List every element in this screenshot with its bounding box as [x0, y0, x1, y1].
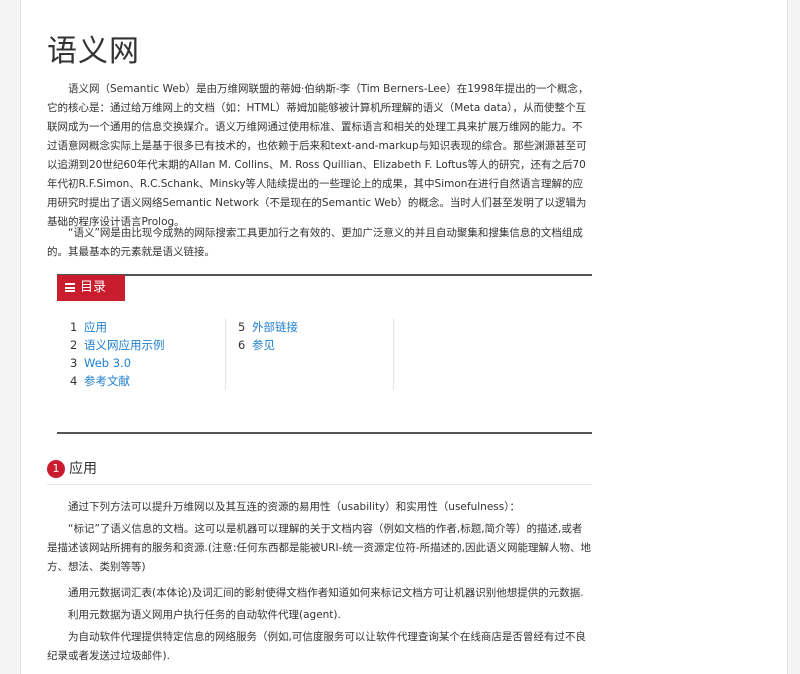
intro-paragraph-2: “语义”网是由比现今成熟的网际搜索工具更加行之有效的、更加广泛意义的并且自动聚集…: [47, 227, 583, 258]
toc-column-2: 5 外部链接 6 参见: [225, 318, 394, 390]
toc-label: 目录: [80, 280, 107, 295]
toc-item-link[interactable]: 外部链接: [252, 320, 298, 334]
toc-bottom-divider: [57, 432, 592, 434]
toc-item-number: 6: [238, 338, 246, 352]
toc-item-link[interactable]: 参考文献: [84, 374, 130, 388]
section-heading-applications: 1 应用: [47, 458, 592, 485]
toc-item-examples[interactable]: 2 语义网应用示例: [57, 336, 225, 354]
section-paragraph: 利用元数据为语义网用户执行任务的自动软件代理(agent).: [68, 609, 341, 621]
section-paragraph: “标记”了语义信息的文档。这可以是机器可以理解的关于文档内容（例如文档的作者,标…: [47, 523, 591, 573]
section-paragraph: 为自动软件代理提供特定信息的网络服务（例如,可信度服务可以让软件代理查询某个在线…: [47, 631, 586, 662]
article-page: 语义网 语义网（Semantic Web）是由万维网联盟的蒂姆·伯纳斯-李（Ti…: [20, 0, 788, 674]
toc-item-see-also[interactable]: 6 参见: [225, 336, 393, 354]
toc-item-link[interactable]: 语义网应用示例: [84, 338, 165, 352]
toc-item-external-links[interactable]: 5 外部链接: [225, 318, 393, 336]
toc-item-number: 2: [70, 338, 78, 352]
page-title: 语义网: [47, 34, 140, 69]
toc-item-applications[interactable]: 1 应用: [57, 318, 225, 336]
section-number-badge: 1: [47, 460, 65, 478]
toc-item-references[interactable]: 4 参考文献: [57, 372, 225, 390]
section-title: 应用: [69, 461, 97, 477]
section-paragraph: 通用元数据词汇表(本体论)及词汇间的影射使得文档作者知道如何来标记文档方可让机器…: [68, 587, 584, 599]
toc-item-link[interactable]: 应用: [84, 320, 107, 334]
list-icon: [65, 283, 75, 292]
section-paragraph: 通过下列方法可以提升万维网以及其互连的资源的易用性（usability）和实用性…: [68, 501, 520, 513]
intro-paragraph-1: 语义网（Semantic Web）是由万维网联盟的蒂姆·伯纳斯-李（Tim Be…: [47, 83, 589, 228]
toc-top-divider: [57, 274, 592, 276]
toc-item-number: 3: [70, 356, 78, 370]
toc-column-1: 1 应用 2 语义网应用示例 3 Web 3.0 4 参考文献: [57, 318, 226, 390]
toc-item-link[interactable]: 参见: [252, 338, 275, 352]
toc-item-number: 1: [70, 320, 78, 334]
toc-item-link[interactable]: Web 3.0: [84, 356, 131, 370]
toc-header: 目录: [57, 275, 125, 301]
toc-item-number: 4: [70, 374, 78, 388]
toc-item-web3[interactable]: 3 Web 3.0: [57, 354, 225, 372]
toc-item-number: 5: [238, 320, 246, 334]
